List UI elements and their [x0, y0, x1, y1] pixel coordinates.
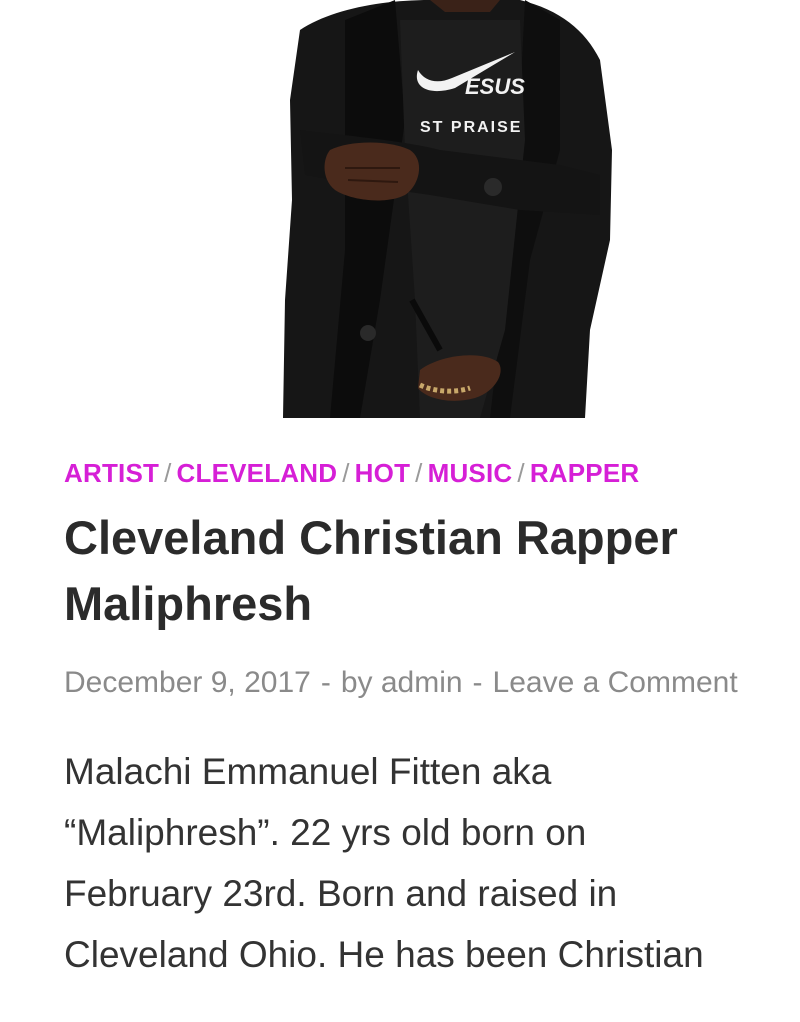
- rapper-photo: ESUS ST PRAISE: [283, 0, 612, 418]
- post-article: ARTIST / CLEVELAND / HOT / MUSIC / RAPPER Clevel…: [64, 455, 744, 1022]
- category-separator: /: [517, 458, 525, 488]
- category-separator: /: [415, 458, 423, 488]
- post-categories: ARTIST / CLEVELAND / HOT / MUSIC / RAPPER: [64, 455, 744, 491]
- meta-separator: -: [320, 666, 331, 699]
- shirt-text-2: ST PRAISE: [420, 119, 522, 136]
- category-link-rapper[interactable]: RAPPER: [530, 458, 640, 488]
- category-link-cleveland[interactable]: CLEVELAND: [177, 458, 338, 488]
- post-author[interactable]: by admin: [341, 666, 463, 699]
- leave-comment-link[interactable]: Leave a Comment: [493, 666, 738, 699]
- post-meta: December 9, 2017- by admin - Leave a Commen…: [64, 659, 744, 707]
- post-title[interactable]: Cleveland Christian Rapper Maliphresh: [64, 505, 744, 637]
- post-date[interactable]: December 9, 2017: [64, 666, 311, 699]
- meta-separator: -: [472, 666, 483, 699]
- category-separator: /: [164, 458, 172, 488]
- shirt-text-1: ESUS: [465, 74, 525, 99]
- category-link-artist[interactable]: ARTIST: [64, 458, 159, 488]
- category-link-music[interactable]: MUSIC: [428, 458, 513, 488]
- category-separator: /: [342, 458, 350, 488]
- post-body: Malachi Emmanuel Fitten aka “Maliphresh”…: [64, 751, 704, 975]
- category-link-hot[interactable]: HOT: [355, 458, 410, 488]
- featured-image: ESUS ST PRAISE: [0, 0, 800, 420]
